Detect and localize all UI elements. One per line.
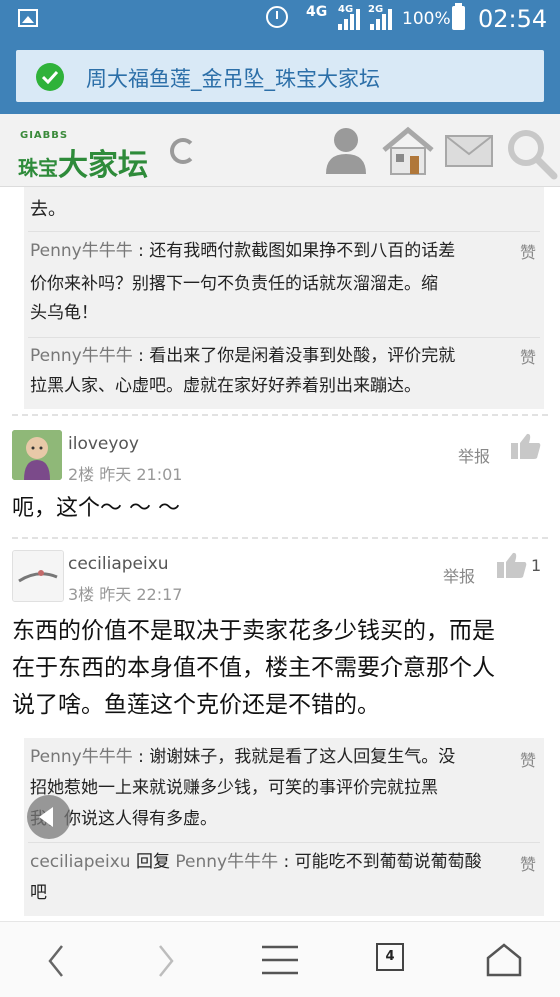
like-link[interactable]: 赞: [520, 747, 536, 771]
mail-icon[interactable]: [444, 126, 494, 176]
user-icon[interactable]: [324, 126, 368, 176]
menu-icon[interactable]: [262, 944, 298, 976]
signal-icon: [338, 8, 362, 30]
battery-percent: 100%: [402, 9, 451, 29]
like-count: 1: [531, 556, 542, 575]
divider: [28, 842, 540, 843]
logo-text-big: 大家坛: [58, 148, 148, 183]
reply-author[interactable]: Penny牛牛牛: [30, 346, 133, 366]
divider: [12, 537, 548, 539]
reply-author[interactable]: Penny牛牛牛: [30, 241, 133, 261]
report-link[interactable]: 举报: [443, 563, 475, 587]
reply-text: : 可能吃不到葡萄说葡萄酸: [278, 852, 482, 872]
browser-toolbar: 周大福鱼莲_金吊坠_珠宝大家坛: [0, 38, 560, 114]
reply-author[interactable]: Penny牛牛牛: [30, 747, 133, 767]
reply-target[interactable]: Penny牛牛牛: [175, 852, 278, 872]
reply-text: : 还有我晒付款截图如果挣不到八百的话差: [132, 241, 456, 261]
reply-text: 回复: [130, 852, 176, 872]
reply-text: 拉黑人家、心虚吧。虚就在家好好养着别出来蹦达。: [30, 376, 421, 396]
reply-text: 我，你说这人得有多虚。: [30, 809, 217, 829]
reply-text: 价你来补吗？别撂下一句不负责任的话就灰溜溜走。缩: [30, 274, 438, 294]
tab-count-button[interactable]: 4: [376, 943, 404, 971]
gallery-notification-icon: [18, 9, 38, 27]
logo-text-small: 珠宝: [18, 156, 58, 180]
post-body-line: 东西的价值不是取决于卖家花多少钱买的，而是: [12, 618, 495, 644]
report-link[interactable]: 举报: [458, 443, 490, 467]
post-meta: 2楼 昨天 21:01: [68, 465, 183, 484]
divider: [28, 337, 540, 338]
post-body-line: 在于东西的本身值不值，楼主不需要介意那个人: [12, 655, 495, 681]
home-nav-icon[interactable]: [485, 942, 523, 978]
status-bar: 4G 4G 2G 100% 02:54: [0, 0, 560, 38]
reply-text: : 看出来了你是闲着没事到处酸，评价完就: [132, 346, 456, 366]
avatar[interactable]: [12, 430, 62, 480]
reply-text: 头乌龟！: [30, 303, 98, 323]
home-icon[interactable]: [382, 126, 434, 176]
post-body-line: 说了啥。鱼莲这个克价还是不错的。: [12, 692, 380, 718]
forward-arrow-icon[interactable]: [156, 944, 176, 978]
alarm-icon: [266, 6, 288, 28]
post-body: 呃，这个～ ～ ～: [12, 496, 180, 521]
like-link[interactable]: 赞: [520, 239, 536, 263]
search-icon[interactable]: [504, 126, 558, 180]
divider: [28, 231, 540, 232]
reply-text: 招她惹她一上来就说赚多少钱，可笑的事评价完就拉黑: [30, 778, 438, 798]
clock: 02:54: [478, 5, 548, 33]
avatar[interactable]: [12, 550, 64, 602]
battery-icon: [452, 3, 465, 30]
network-type-label: 4G: [306, 4, 328, 20]
username[interactable]: ceciliapeixu: [68, 554, 169, 574]
like-link[interactable]: 赞: [520, 851, 536, 875]
refresh-icon[interactable]: [170, 138, 196, 164]
reply-text: : 谢谢妹子，我就是看了这人回复生气。没: [132, 747, 456, 767]
bottom-nav: [0, 921, 560, 997]
back-arrow-icon[interactable]: [46, 944, 66, 978]
reply-text: 去。: [30, 199, 66, 220]
post-body: 东西的价值不是取决于卖家花多少钱买的，而是 在于东西的本身值不值，楼主不需要介意…: [12, 613, 548, 724]
reply-text: 吧: [30, 883, 47, 903]
reply-list: 去。 Penny牛牛牛 : 还有我晒付款截图如果挣不到八百的话差 价你来补吗？别…: [24, 187, 544, 409]
username[interactable]: iloveyoy: [68, 434, 139, 454]
like-link[interactable]: 赞: [520, 344, 536, 368]
site-logo[interactable]: 珠宝大家坛: [18, 140, 148, 184]
thumbs-up-icon[interactable]: [496, 551, 528, 579]
reply-author[interactable]: ceciliapeixu: [30, 852, 131, 872]
reply-list: Penny牛牛牛 : 谢谢妹子，我就是看了这人回复生气。没 招她惹她一上来就说赚…: [24, 738, 544, 916]
page-title: 周大福鱼莲_金吊坠_珠宝大家坛: [86, 67, 380, 91]
floating-back-button[interactable]: [27, 795, 71, 839]
signal-icon: [370, 8, 394, 30]
secure-shield-icon: [36, 63, 64, 91]
site-header: GIABBS 珠宝大家坛: [0, 114, 560, 187]
thumbs-up-icon[interactable]: [510, 432, 542, 460]
address-bar[interactable]: 周大福鱼莲_金吊坠_珠宝大家坛: [16, 50, 544, 102]
divider: [12, 414, 548, 416]
post-meta: 3楼 昨天 22:17: [68, 585, 183, 604]
